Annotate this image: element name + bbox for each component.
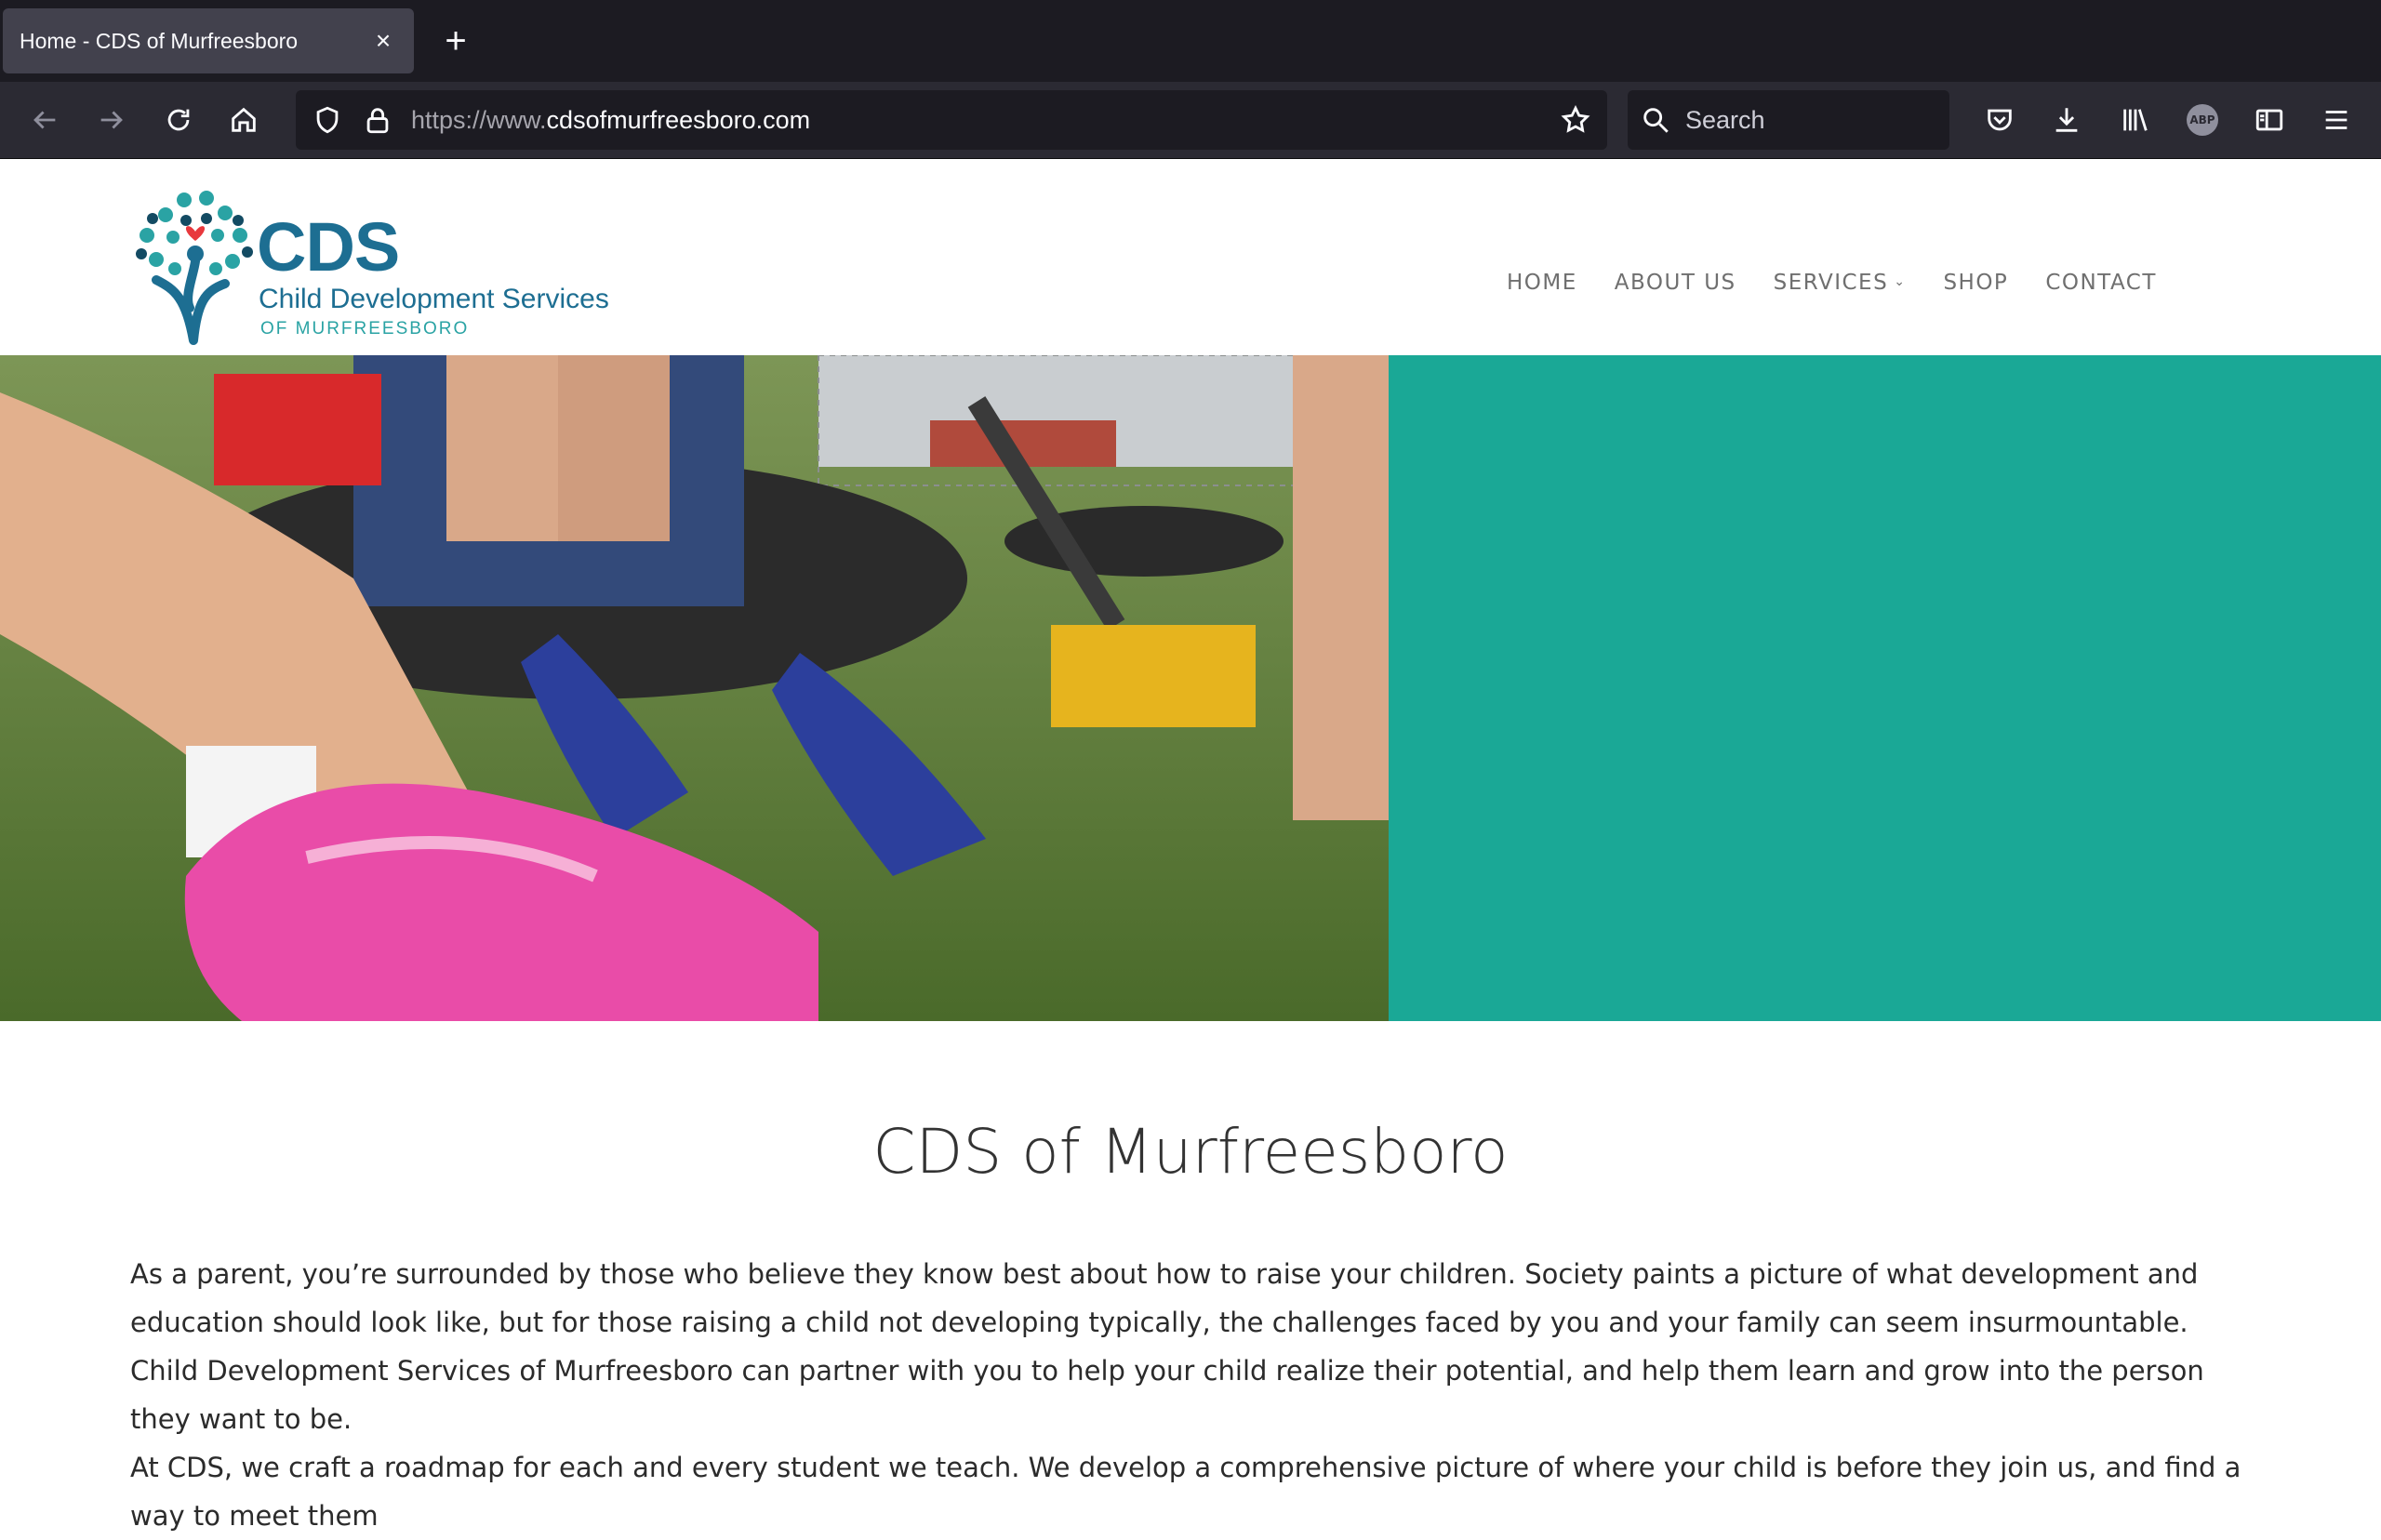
new-tab-button[interactable]: + bbox=[435, 20, 476, 61]
forward-arrow-icon bbox=[100, 111, 123, 129]
shield-icon bbox=[316, 106, 339, 134]
back-arrow-icon bbox=[33, 111, 56, 129]
site-header: CDS Child Development Services OF MURFRE… bbox=[0, 159, 2381, 355]
adblock-icon: ABP bbox=[2187, 104, 2218, 136]
home-button[interactable] bbox=[221, 98, 266, 142]
pocket-button[interactable] bbox=[1977, 98, 2022, 142]
navigation-toolbar: https://www.cdsofmurfreesboro.com Search… bbox=[0, 82, 2381, 159]
menu-item-about-us[interactable]: ABOUT US bbox=[1615, 271, 1736, 295]
home-icon bbox=[232, 107, 256, 132]
menu-item-shop[interactable]: SHOP bbox=[1943, 271, 2008, 295]
star-icon bbox=[1561, 104, 1590, 133]
roadmap-paragraph: At CDS, we craft a roadmap for each and … bbox=[130, 1452, 2241, 1532]
logo-name: Child Development Services bbox=[259, 284, 609, 314]
reload-icon bbox=[167, 109, 190, 131]
chevron-down-icon: ⌄ bbox=[1894, 274, 1907, 289]
menu-item-contact[interactable]: CONTACT bbox=[2045, 271, 2157, 295]
tab-close-icon[interactable]: × bbox=[369, 26, 397, 56]
logo-abbreviation: CDS bbox=[257, 208, 400, 285]
forward-button[interactable] bbox=[89, 98, 134, 142]
tree-logo-icon bbox=[136, 191, 253, 345]
hero-photo-children-playing bbox=[0, 355, 1389, 1021]
main-menu: HOME ABOUT US SERVICES ⌄ SHOP CONTACT bbox=[1507, 271, 2194, 295]
menu-item-home[interactable]: HOME bbox=[1507, 271, 1577, 295]
site-logo[interactable]: CDS Child Development Services OF MURFRE… bbox=[128, 187, 609, 345]
tab-home[interactable]: Home - CDS of Murfreesboro × bbox=[3, 8, 414, 73]
downloads-button[interactable] bbox=[2044, 98, 2089, 142]
bookmark-button[interactable] bbox=[1553, 98, 1598, 142]
adblock-button[interactable]: ABP bbox=[2180, 98, 2225, 142]
app-menu-button[interactable] bbox=[2314, 98, 2359, 142]
tab-title: Home - CDS of Murfreesboro bbox=[20, 28, 299, 53]
hero-banner bbox=[0, 355, 2381, 1021]
reload-button[interactable] bbox=[156, 98, 201, 142]
hamburger-menu-icon bbox=[2325, 111, 2348, 129]
page-title: CDS of Murfreesboro bbox=[872, 1116, 1509, 1188]
site-security-button[interactable] bbox=[355, 98, 400, 142]
search-icon bbox=[1643, 108, 1669, 133]
sidebar-icon bbox=[2255, 109, 2283, 131]
library-button[interactable] bbox=[2113, 98, 2158, 142]
tracking-protection-button[interactable] bbox=[305, 98, 350, 142]
lock-icon bbox=[366, 108, 389, 134]
logo-subtitle: OF MURFREESBORO bbox=[260, 319, 470, 339]
intro-paragraph: As a parent, you’re surrounded by those … bbox=[130, 1258, 2204, 1435]
url-domain: cdsofmurfreesboro.com bbox=[546, 106, 811, 134]
library-icon bbox=[2123, 109, 2148, 131]
url-text[interactable]: https://www.cdsofmurfreesboro.com bbox=[411, 90, 810, 150]
url-prefix: https://www. bbox=[411, 106, 547, 134]
menu-item-services[interactable]: SERVICES ⌄ bbox=[1774, 271, 1907, 295]
download-icon bbox=[2055, 108, 2078, 132]
hero-photo-illustration bbox=[0, 355, 1389, 1021]
url-bar[interactable]: https://www.cdsofmurfreesboro.com bbox=[296, 90, 1607, 150]
hero-teal-panel bbox=[1389, 355, 2381, 1021]
search-placeholder: Search bbox=[1685, 106, 1765, 134]
tab-bar: Home - CDS of Murfreesboro × + bbox=[0, 0, 2381, 82]
sidebar-button[interactable] bbox=[2247, 98, 2292, 142]
search-icon-wrap bbox=[1633, 98, 1678, 142]
search-input[interactable]: Search bbox=[1628, 90, 1949, 150]
pocket-icon bbox=[1988, 109, 2012, 131]
menu-item-services-label: SERVICES bbox=[1773, 271, 1889, 295]
back-button[interactable] bbox=[22, 98, 67, 142]
